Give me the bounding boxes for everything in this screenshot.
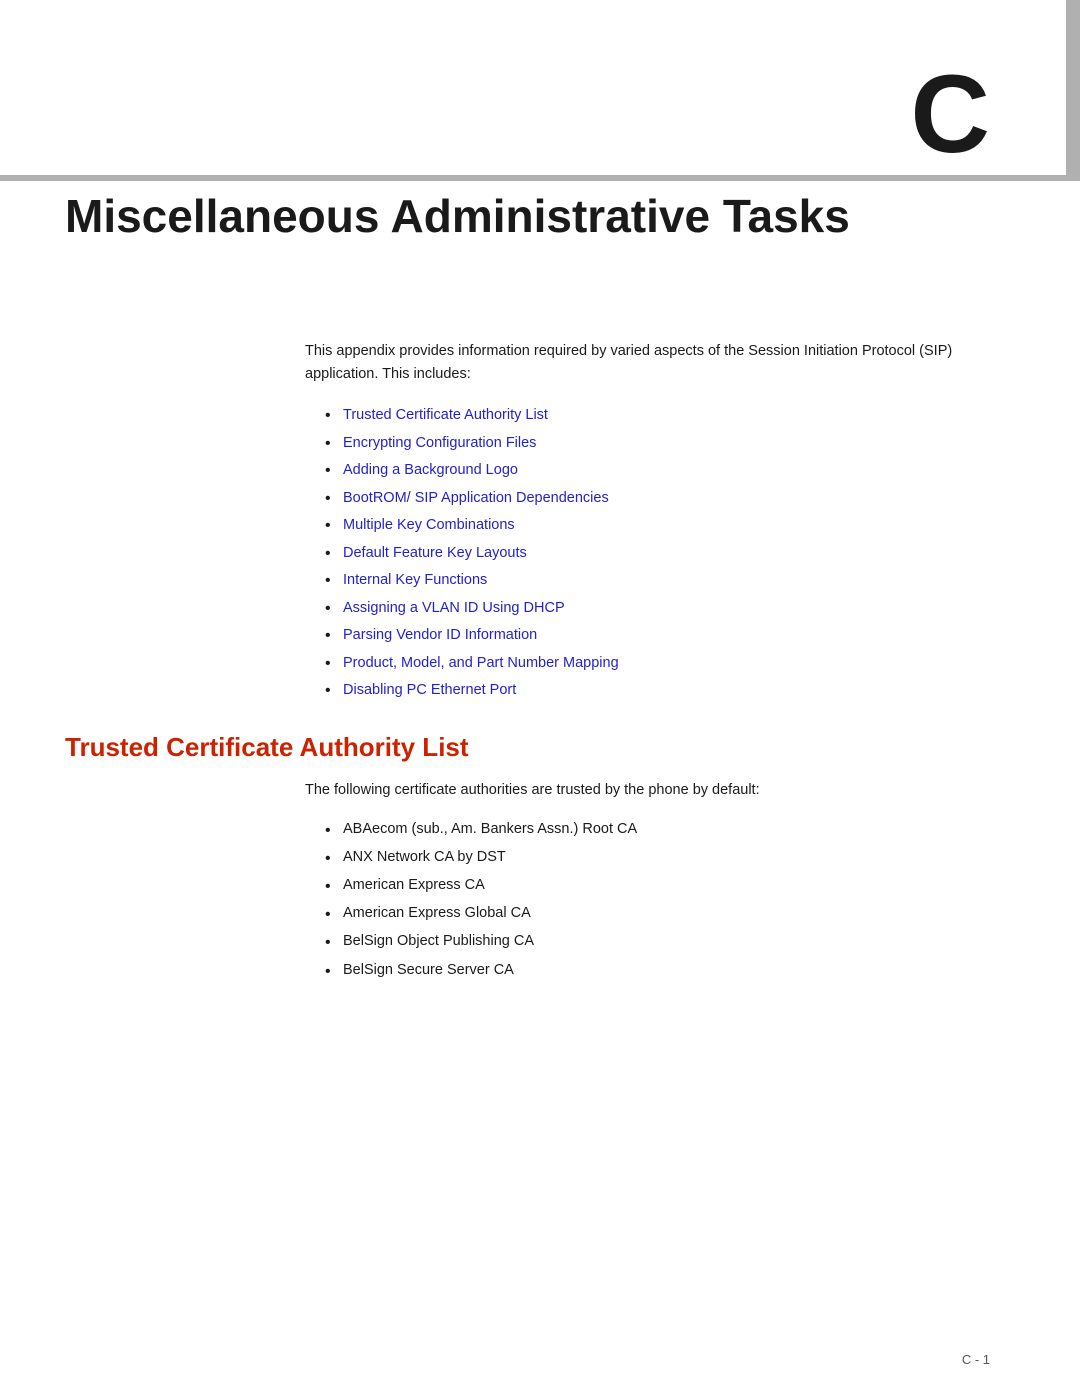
section1-list: ABAecom (sub., Am. Bankers Assn.) Root C… — [325, 818, 1015, 982]
toc-link-9[interactable]: Parsing Vendor ID Information — [343, 627, 537, 643]
right-bar-decoration — [1066, 0, 1080, 175]
toc-link-8[interactable]: Assigning a VLAN ID Using DHCP — [343, 600, 565, 616]
toc-item-8: Assigning a VLAN ID Using DHCP — [325, 597, 1015, 619]
toc-link-7[interactable]: Internal Key Functions — [343, 572, 487, 588]
section1-heading: Trusted Certificate Authority List — [65, 732, 1015, 763]
page: C Miscellaneous Administrative Tasks Thi… — [0, 0, 1080, 1397]
toc-link-2[interactable]: Encrypting Configuration Files — [343, 435, 536, 451]
intro-paragraph: This appendix provides information requi… — [305, 340, 1015, 386]
list-item: ANX Network CA by DST — [325, 846, 1015, 869]
chapter-letter: C — [911, 60, 990, 170]
toc-link-6[interactable]: Default Feature Key Layouts — [343, 545, 527, 561]
toc-item-6: Default Feature Key Layouts — [325, 542, 1015, 564]
toc-item-5: Multiple Key Combinations — [325, 514, 1015, 536]
toc-link-1[interactable]: Trusted Certificate Authority List — [343, 407, 548, 423]
list-item: American Express Global CA — [325, 902, 1015, 925]
section1-items: ABAecom (sub., Am. Bankers Assn.) Root C… — [325, 818, 1015, 982]
main-content: This appendix provides information requi… — [65, 340, 1015, 987]
toc-link-11[interactable]: Disabling PC Ethernet Port — [343, 682, 516, 698]
page-footer: C - 1 — [962, 1352, 990, 1367]
toc-item-3: Adding a Background Logo — [325, 459, 1015, 481]
page-number: C - 1 — [962, 1352, 990, 1367]
toc-link-5[interactable]: Multiple Key Combinations — [343, 517, 515, 533]
section1-intro: The following certificate authorities ar… — [305, 779, 1015, 802]
toc-item-10: Product, Model, and Part Number Mapping — [325, 652, 1015, 674]
chapter-title: Miscellaneous Administrative Tasks — [65, 190, 1015, 243]
toc-link-4[interactable]: BootROM/ SIP Application Dependencies — [343, 490, 609, 506]
list-item: American Express CA — [325, 874, 1015, 897]
toc-link-3[interactable]: Adding a Background Logo — [343, 462, 518, 478]
toc-item-11: Disabling PC Ethernet Port — [325, 679, 1015, 701]
toc-item-1: Trusted Certificate Authority List — [325, 404, 1015, 426]
list-item: ABAecom (sub., Am. Bankers Assn.) Root C… — [325, 818, 1015, 841]
toc-item-9: Parsing Vendor ID Information — [325, 624, 1015, 646]
toc-link-10[interactable]: Product, Model, and Part Number Mapping — [343, 655, 619, 671]
toc-item-2: Encrypting Configuration Files — [325, 432, 1015, 454]
list-item: BelSign Secure Server CA — [325, 959, 1015, 982]
toc-items: Trusted Certificate Authority List Encry… — [325, 404, 1015, 701]
toc-list: Trusted Certificate Authority List Encry… — [325, 404, 1015, 701]
toc-item-4: BootROM/ SIP Application Dependencies — [325, 487, 1015, 509]
toc-item-7: Internal Key Functions — [325, 569, 1015, 591]
list-item: BelSign Object Publishing CA — [325, 930, 1015, 953]
